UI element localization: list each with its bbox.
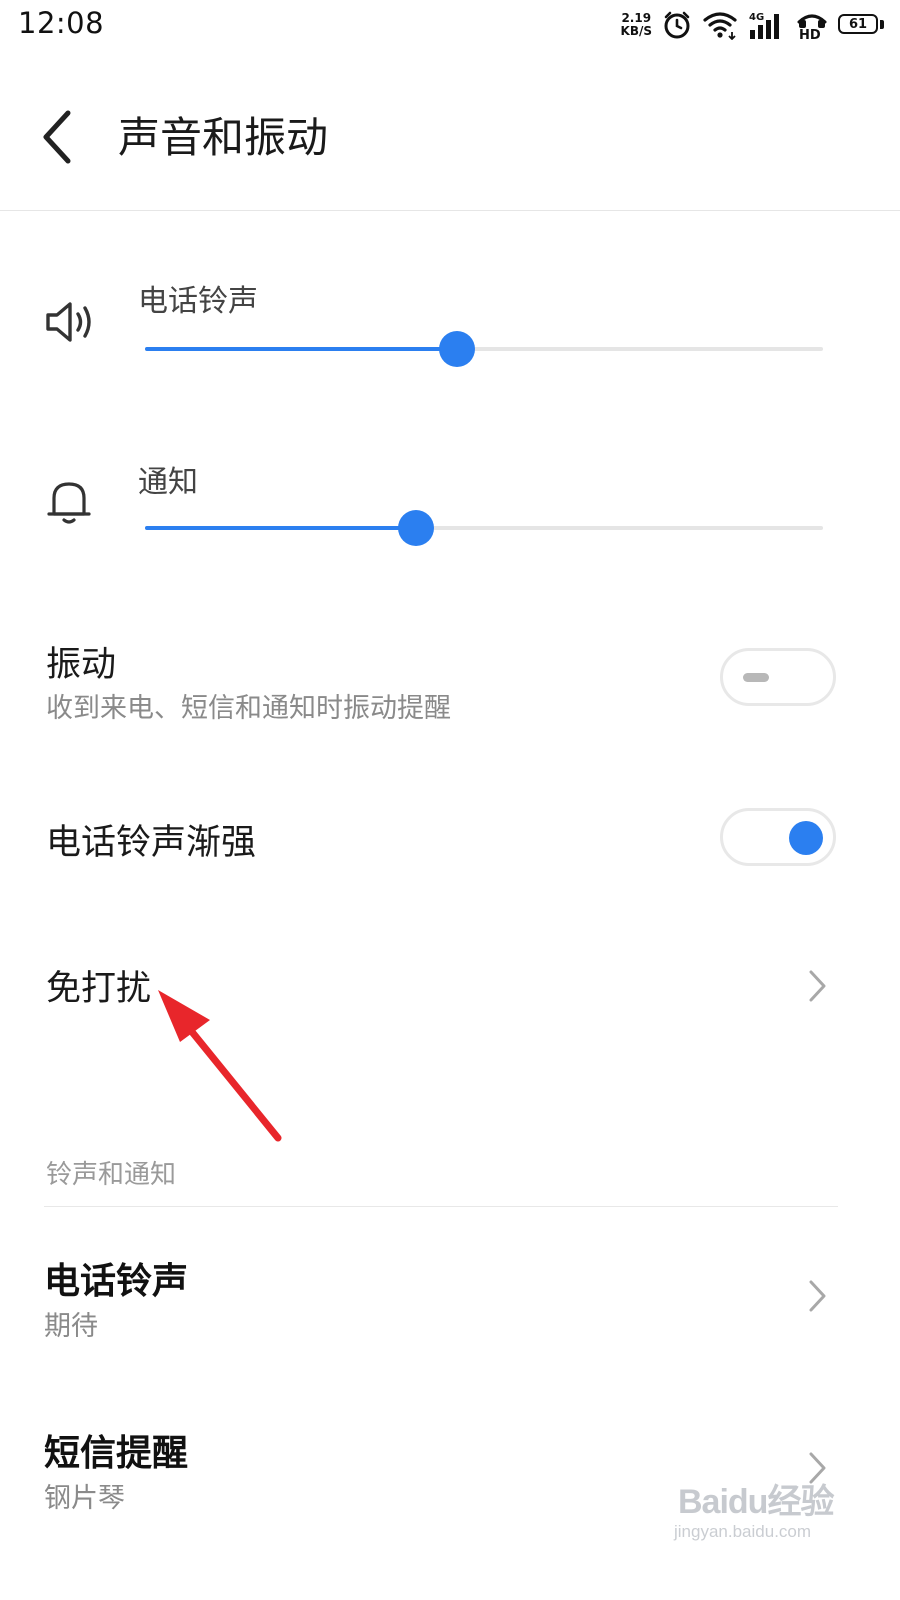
status-icons: 2.19 KB/S 4G HD 61 (621, 8, 884, 42)
chevron-right-icon (804, 1278, 830, 1318)
toggle-off-indicator (743, 673, 769, 682)
speaker-icon (44, 298, 96, 350)
notification-volume-label: 通知 (138, 465, 198, 500)
toggle-on-indicator (789, 821, 823, 855)
do-not-disturb-item[interactable]: 免打扰 (0, 940, 900, 1030)
watermark-brand: Baidu经验 (678, 1483, 834, 1521)
vibration-toggle[interactable] (720, 648, 836, 706)
ringtone-value: 期待 (44, 1311, 98, 1342)
sms-alert-title: 短信提醒 (44, 1433, 189, 1474)
battery-level: 61 (838, 14, 878, 34)
notification-volume-slider[interactable] (145, 508, 823, 548)
bell-icon (44, 476, 94, 530)
slider-thumb[interactable] (398, 510, 435, 546)
vibration-setting[interactable]: 振动 收到来电、短信和通知时振动提醒 (0, 626, 900, 736)
ringtone-title: 电话铃声 (44, 1261, 189, 1302)
signal-icon: 4G (748, 10, 786, 40)
hd-call-icon: HD (796, 10, 828, 40)
page-title: 声音和振动 (118, 113, 329, 162)
vibration-subtitle: 收到来电、短信和通知时振动提醒 (46, 693, 451, 724)
ringtone-crescendo-title: 电话铃声渐强 (46, 823, 257, 863)
chevron-left-icon (43, 110, 71, 164)
annotation-arrow-icon (158, 990, 282, 1142)
baidu-watermark: Baidu经验 jingyan.baidu.com (668, 1462, 858, 1552)
status-time: 12:08 (18, 6, 105, 40)
alarm-icon (662, 10, 692, 40)
app-header: 声音和振动 (0, 52, 900, 211)
network-speed-unit: KB/S (620, 24, 652, 38)
ringtone-volume-slider[interactable] (145, 329, 823, 369)
back-button[interactable] (34, 107, 82, 167)
section-divider (44, 1206, 838, 1207)
ringtone-item[interactable]: 电话铃声 期待 (0, 1236, 900, 1356)
hd-label: HD (799, 28, 821, 40)
slider-fill (145, 347, 457, 351)
sms-alert-value: 钢片琴 (44, 1483, 125, 1514)
network-type-label: 4G (749, 12, 764, 23)
battery-icon: 61 (838, 14, 884, 36)
do-not-disturb-label: 免打扰 (46, 969, 152, 1009)
notification-volume-row: 通知 (0, 452, 900, 582)
section-header: 铃声和通知 (46, 1160, 177, 1190)
ringtone-volume-row: 电话铃声 (0, 272, 900, 402)
slider-thumb[interactable] (438, 331, 475, 367)
vibration-title: 振动 (46, 645, 117, 685)
status-bar: 12:08 2.19 KB/S 4G HD 61 (0, 0, 900, 50)
watermark-url: jingyan.baidu.com (674, 1522, 812, 1541)
slider-fill (145, 526, 417, 530)
network-speed: 2.19 KB/S (621, 12, 652, 38)
ringtone-volume-label: 电话铃声 (138, 284, 258, 319)
ringtone-crescendo-toggle[interactable] (720, 808, 836, 866)
ringtone-crescendo-setting[interactable]: 电话铃声渐强 (0, 790, 900, 890)
chevron-right-icon (804, 968, 830, 1008)
wifi-icon (702, 10, 738, 40)
